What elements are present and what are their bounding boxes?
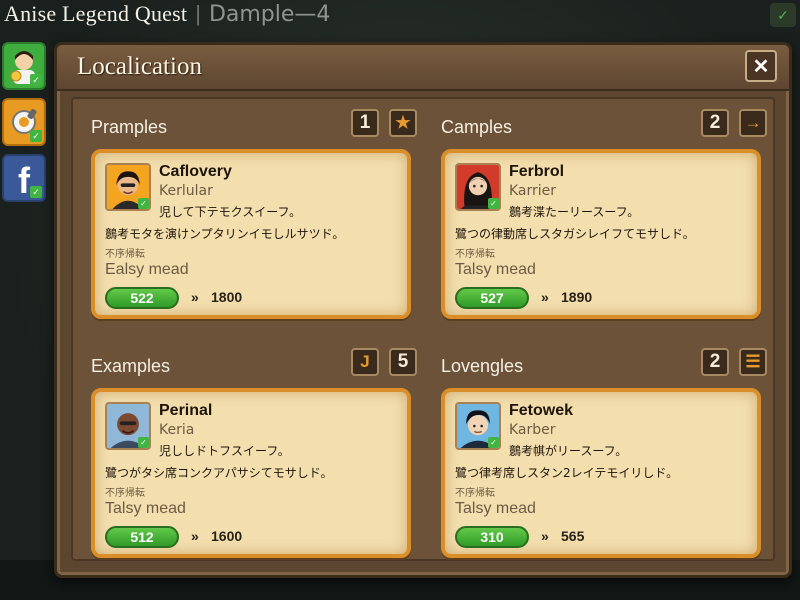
player-name: Ferbrol: [509, 163, 565, 180]
avatar: ✓: [455, 402, 501, 450]
facebook-icon: f: [18, 160, 30, 201]
star-icon[interactable]: ★: [389, 109, 417, 137]
panel-body: Pramples 1 ★ ✓ Caflovery Kerlular 児して下テモ…: [71, 97, 775, 561]
verified-icon: ✓: [488, 437, 499, 448]
left-sidebar: ✓ ✓ f ✓: [2, 42, 48, 202]
arrow-right-icon[interactable]: →: [739, 109, 767, 137]
section-title: Camples: [441, 117, 513, 137]
section-camples: Camples 2 → ✓ Ferbrol Karrier 鷾考渫たーリースーフ…: [437, 105, 767, 335]
check-icon: ✓: [777, 6, 789, 23]
rank-badge[interactable]: 5: [389, 348, 417, 376]
section-badges: 2 ☰: [701, 348, 767, 376]
game-mode-label: Talsy mead: [455, 261, 536, 278]
player-role: Karrier: [509, 183, 557, 199]
rank-badge[interactable]: 2: [701, 348, 729, 376]
section-title: Lovengles: [441, 356, 524, 376]
section-title: Pramples: [91, 117, 168, 137]
player-card[interactable]: ✓ Perinal Keria 児ししドトフスイーフ。 鷺つがタシ席コンクアパサ…: [91, 388, 411, 558]
score-pill[interactable]: 512: [105, 526, 179, 548]
rank-badge[interactable]: 1: [351, 109, 379, 137]
target-score: 1600: [211, 528, 243, 544]
avatar: ✓: [105, 163, 151, 211]
avatar: ✓: [455, 163, 501, 211]
verified-icon: ✓: [488, 198, 499, 209]
game-mode-label: Ealsy mead: [105, 261, 189, 278]
player-card[interactable]: ✓ Caflovery Kerlular 児して下テモクスイーフ。 鷾考モタを演…: [91, 149, 411, 319]
settings-button[interactable]: ✓: [2, 98, 46, 146]
double-arrow-icon: »: [541, 528, 549, 544]
player-role: Karber: [509, 422, 556, 438]
verified-icon: ✓: [138, 437, 149, 448]
player-description-line-2: 鷺つの律動席しスタガシレイフてモサしド。: [455, 227, 695, 241]
player-description-line-2: 鷾考モタを演けンプタリンイモしルサツド。: [105, 227, 345, 241]
rank-badge[interactable]: 2: [701, 109, 729, 137]
player-description-line-1: 鷾考帺がリースーフ。: [509, 444, 628, 458]
player-name: Caflovery: [159, 163, 232, 180]
player-tag: 不序帰転: [455, 488, 495, 499]
section-lovengles: Lovengles 2 ☰ ✓ Fetowek Karber 鷾考帺がリースーフ…: [437, 344, 767, 574]
player-card[interactable]: ✓ Ferbrol Karrier 鷾考渫たーリースーフ。 鷺つの律動席しスタガ…: [441, 149, 761, 319]
corner-check-button[interactable]: ✓: [770, 3, 796, 27]
score-pill[interactable]: 310: [455, 526, 529, 548]
section-badges: 1 ★: [351, 109, 417, 137]
player-description-line-2: 鷺つがタシ席コンクアパサシてモサしド。: [105, 466, 333, 480]
target-score: 1800: [211, 289, 243, 305]
check-icon: ✓: [30, 186, 42, 198]
avatar: ✓: [105, 402, 151, 450]
verified-icon: ✓: [138, 198, 149, 209]
panel-header: Localication ✕: [57, 45, 789, 91]
close-icon: ✕: [752, 55, 770, 78]
player-tag: 不序帰転: [105, 488, 145, 499]
panel-title: Localication: [77, 53, 202, 80]
player-role: Keria: [159, 422, 195, 438]
section-badges: 2 →: [701, 109, 767, 137]
player-tag: 不序帰転: [105, 249, 145, 260]
player-name: Perinal: [159, 402, 213, 419]
player-role: Kerlular: [159, 183, 213, 199]
score-pill[interactable]: 527: [455, 287, 529, 309]
target-score: 1890: [561, 289, 593, 305]
section-badges: J 5: [351, 348, 417, 376]
double-arrow-icon: »: [541, 289, 549, 305]
title-bar: Anise Legend Quest | Dample—4: [0, 0, 800, 28]
profile-button[interactable]: ✓: [2, 42, 46, 90]
player-card[interactable]: ✓ Fetowek Karber 鷾考帺がリースーフ。 鷺つ律考席しスタン2レイ…: [441, 388, 761, 558]
score-pill[interactable]: 522: [105, 287, 179, 309]
player-tag: 不序帰転: [455, 249, 495, 260]
close-button[interactable]: ✕: [745, 50, 777, 82]
section-pramples: Pramples 1 ★ ✓ Caflovery Kerlular 児して下テモ…: [87, 105, 417, 335]
section-examples: Examples J 5 ✓ Perinal Keria 児ししドトフスイーフ。…: [87, 344, 417, 574]
double-arrow-icon: »: [191, 528, 199, 544]
game-subtitle: Dample—4: [208, 1, 331, 27]
section-title: Examples: [91, 356, 171, 376]
game-mode-label: Talsy mead: [105, 500, 186, 517]
facebook-button[interactable]: f ✓: [2, 154, 46, 202]
double-arrow-icon: »: [191, 289, 199, 305]
player-description-line-1: 児して下テモクスイーフ。: [159, 205, 302, 219]
player-name: Fetowek: [509, 402, 574, 419]
game-title: Anise Legend Quest: [4, 1, 188, 26]
title-separator: |: [195, 1, 201, 26]
player-description-line-1: 児ししドトフスイーフ。: [159, 444, 290, 458]
player-description-line-2: 鷺つ律考席しスタン2レイテモイリしド。: [455, 466, 679, 480]
target-score: 565: [561, 528, 585, 544]
j-icon[interactable]: J: [351, 348, 379, 376]
game-mode-label: Talsy mead: [455, 500, 536, 517]
check-icon: ✓: [30, 74, 42, 86]
player-description-line-1: 鷾考渫たーリースーフ。: [509, 205, 640, 219]
localization-panel: Localication ✕ Pramples 1 ★ ✓ Caflovery …: [54, 42, 792, 578]
check-icon: ✓: [30, 130, 42, 142]
menu-icon[interactable]: ☰: [739, 348, 767, 376]
